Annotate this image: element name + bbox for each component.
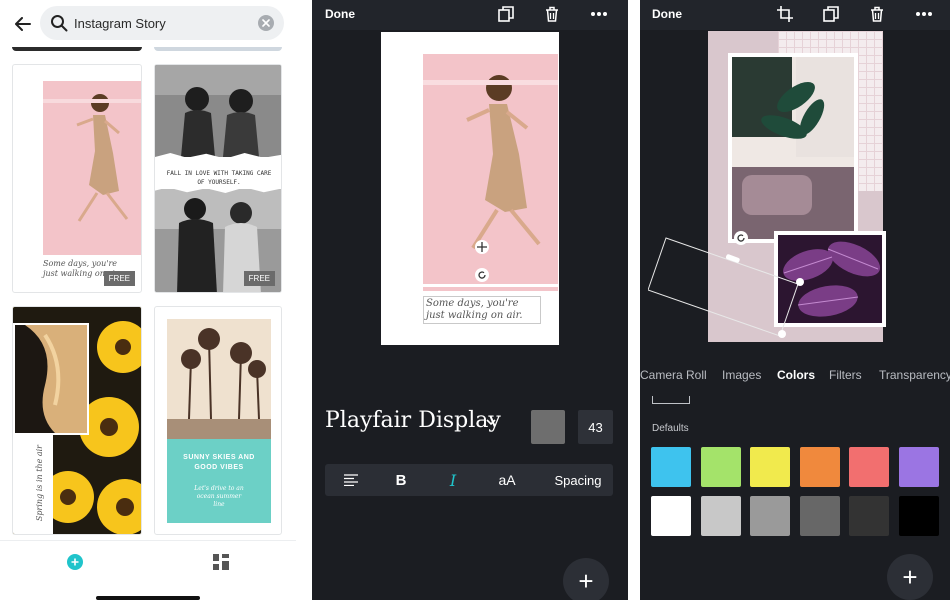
designs-grid-icon[interactable] xyxy=(213,554,229,570)
add-element-button[interactable]: + xyxy=(887,554,933,600)
color-picker-screen: Done Camera Roll Images Colors Filters T… xyxy=(640,0,950,600)
search-input[interactable] xyxy=(74,15,244,31)
text-color-button[interactable] xyxy=(531,410,565,444)
duplicate-icon xyxy=(823,6,839,22)
color-swatch[interactable] xyxy=(800,447,840,487)
trash-icon xyxy=(871,6,883,22)
editor-toolbar: Done xyxy=(640,0,950,30)
defaults-section-label: Defaults xyxy=(652,423,689,434)
duplicate-button[interactable] xyxy=(496,4,516,24)
more-icon xyxy=(916,12,932,16)
template-photo xyxy=(43,81,141,251)
bottom-navigation xyxy=(0,540,296,600)
tab-transparency[interactable]: Transparency xyxy=(879,368,950,382)
duplicate-icon xyxy=(498,6,514,22)
search-header xyxy=(0,0,296,48)
palm-trees-image xyxy=(167,319,271,439)
tab-filters[interactable]: Filters xyxy=(829,368,862,382)
arrow-left-icon xyxy=(15,17,31,31)
selected-text-box[interactable]: Some days, you're just walking on air. xyxy=(423,296,541,324)
template-card[interactable]: SUNNY SKIES AND GOOD VIBES Let's drive t… xyxy=(154,306,282,535)
template-card[interactable]: FALL IN LOVE WITH TAKING CARE OF YOURSEL… xyxy=(154,64,282,293)
color-swatch[interactable] xyxy=(849,447,889,487)
color-swatch[interactable] xyxy=(899,496,939,536)
color-swatch[interactable] xyxy=(701,447,741,487)
trash-icon xyxy=(546,6,558,22)
crop-icon xyxy=(777,6,793,22)
tab-camera-roll[interactable]: Camera Roll xyxy=(640,368,707,382)
tab-images[interactable]: Images xyxy=(722,368,761,382)
template-card[interactable]: Some days, you're just walking on air. F… xyxy=(12,64,142,293)
align-left-icon xyxy=(344,474,358,486)
more-options-button[interactable] xyxy=(914,4,934,24)
plus-icon xyxy=(71,558,79,566)
tab-colors[interactable]: Colors xyxy=(777,368,815,382)
delete-button[interactable] xyxy=(542,4,562,24)
add-element-button[interactable]: + xyxy=(563,558,609,600)
bold-button[interactable]: B xyxy=(385,464,417,496)
more-icon xyxy=(591,12,607,16)
blonde-hair-image xyxy=(15,325,87,433)
rotate-handle-icon[interactable] xyxy=(475,268,489,282)
delete-button[interactable] xyxy=(867,4,887,24)
selection-outline[interactable] xyxy=(648,232,828,342)
duplicate-button[interactable] xyxy=(821,4,841,24)
editor-toolbar: Done xyxy=(312,0,628,30)
done-button[interactable]: Done xyxy=(325,7,355,21)
template-caption: SUNNY SKIES AND GOOD VIBES xyxy=(183,454,255,471)
color-swatch[interactable] xyxy=(651,496,691,536)
italic-button[interactable]: I xyxy=(437,464,469,496)
crop-button[interactable] xyxy=(775,4,795,24)
portrait-photo xyxy=(13,323,89,435)
font-picker[interactable]: Playfair Display xyxy=(325,408,501,433)
search-bar[interactable] xyxy=(40,6,284,40)
text-case-button[interactable]: aA xyxy=(491,464,523,496)
create-design-button[interactable] xyxy=(67,554,83,570)
template-text-block: SUNNY SKIES AND GOOD VIBES Let's drive t… xyxy=(167,439,271,523)
template-caption: Spring is in the air xyxy=(35,445,44,522)
color-swatch[interactable] xyxy=(701,496,741,536)
color-swatch[interactable] xyxy=(800,496,840,536)
template-photo xyxy=(155,65,281,157)
color-swatch-partial[interactable] xyxy=(652,396,690,404)
screenshot-root: Some days, you're just walking on air. F… xyxy=(0,0,950,600)
font-size-button[interactable]: 43 xyxy=(578,410,613,444)
clear-search-button[interactable] xyxy=(258,15,274,31)
align-button[interactable] xyxy=(333,464,369,496)
close-icon xyxy=(262,19,270,27)
template-photo xyxy=(167,319,271,439)
spacing-button[interactable]: Spacing xyxy=(547,464,609,496)
color-swatch[interactable] xyxy=(899,447,939,487)
more-options-button[interactable] xyxy=(589,4,609,24)
free-badge: FREE xyxy=(243,271,275,286)
move-handle-icon[interactable] xyxy=(475,240,489,254)
text-editor-screen: Done Some days, you're just walking on a… xyxy=(312,0,628,600)
template-card[interactable]: Spring is in the air xyxy=(12,306,142,535)
template-browser-screen: Some days, you're just walking on air. F… xyxy=(0,0,296,600)
image-tabs: Camera Roll Images Colors Filters Transp… xyxy=(640,368,950,386)
free-badge: FREE xyxy=(103,271,135,286)
back-button[interactable] xyxy=(10,12,36,36)
template-card-peek xyxy=(12,47,142,51)
chevron-down-icon[interactable] xyxy=(486,418,496,426)
design-canvas[interactable]: Some days, you're just walking on air. xyxy=(381,32,559,345)
friends-photo-image xyxy=(155,65,281,157)
template-caption: FALL IN LOVE WITH TAKING CARE OF YOURSEL… xyxy=(166,170,272,186)
walking-woman-image xyxy=(466,75,541,250)
walking-woman-image xyxy=(76,94,129,222)
search-icon xyxy=(51,15,68,32)
template-card-peek xyxy=(154,47,282,51)
color-swatch[interactable] xyxy=(750,447,790,487)
photo-frame[interactable] xyxy=(728,53,858,243)
color-swatch[interactable] xyxy=(849,496,889,536)
color-swatch[interactable] xyxy=(750,496,790,536)
home-indicator xyxy=(96,596,200,600)
color-swatch[interactable] xyxy=(651,447,691,487)
done-button[interactable]: Done xyxy=(652,7,682,21)
format-toolbar: B I aA Spacing xyxy=(325,464,613,496)
canvas-photo[interactable] xyxy=(423,54,558,284)
template-subcaption: Let's drive to an ocean summer line xyxy=(194,485,244,508)
plant-photo-image xyxy=(732,57,854,239)
